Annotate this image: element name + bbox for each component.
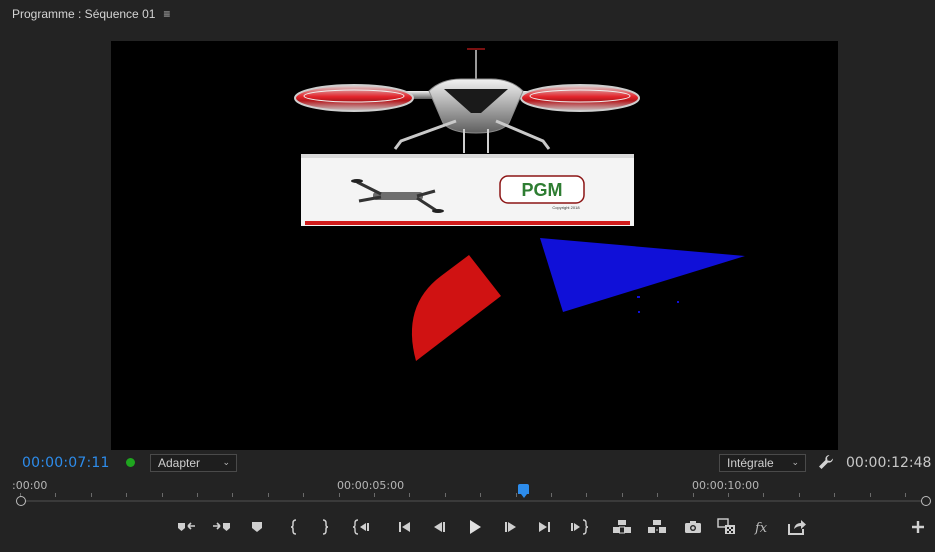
- ruler-label-5s: 00:00:05:00: [337, 479, 405, 492]
- lift-button[interactable]: [612, 517, 632, 537]
- playback-resolution-label: Intégrale: [727, 456, 774, 470]
- program-monitor-viewer[interactable]: PGM Copyright 2018: [111, 41, 838, 450]
- scrollbar-handle-left[interactable]: [16, 496, 26, 506]
- banner-graphic: PGM Copyright 2018: [301, 154, 634, 226]
- mark-out-point-button[interactable]: [315, 517, 335, 537]
- panel-header: Programme : Séquence 01 ≡: [0, 0, 935, 28]
- go-to-out-point-button[interactable]: [569, 517, 589, 537]
- comparison-view-icon: [717, 518, 735, 534]
- ruler-label-start: :00:00: [12, 479, 48, 492]
- step-forward-frame-button[interactable]: [500, 517, 520, 537]
- go-to-out-button[interactable]: [535, 517, 555, 537]
- blue-shape: [540, 238, 745, 312]
- panel-title[interactable]: Programme : Séquence 01: [12, 7, 155, 21]
- transport-controls: fx: [0, 514, 935, 540]
- step-forward-frame-icon: [505, 522, 516, 532]
- add-button[interactable]: [910, 519, 926, 535]
- zoom-dropdown-label: Adapter: [158, 456, 201, 470]
- mark-in-point-button[interactable]: [284, 517, 304, 537]
- export-frame-button[interactable]: [683, 517, 703, 537]
- status-indicator-icon: [126, 458, 135, 467]
- play-icon: [470, 520, 481, 534]
- step-back-frame-button[interactable]: [430, 517, 450, 537]
- play-button[interactable]: [465, 517, 485, 537]
- wrench-settings-icon[interactable]: [817, 453, 835, 471]
- mark-out-icon: [213, 522, 230, 531]
- step-back-icon: [399, 522, 410, 532]
- red-shape: [411, 255, 501, 361]
- svg-text:fx: fx: [754, 521, 768, 535]
- extract-icon: [648, 520, 666, 533]
- add-marker-button[interactable]: [247, 517, 267, 537]
- step-back-button[interactable]: [395, 517, 415, 537]
- extract-button[interactable]: [647, 517, 667, 537]
- step-forward-icon: [539, 522, 550, 532]
- panel-menu-icon[interactable]: ≡: [163, 7, 170, 21]
- lift-icon: [613, 520, 631, 534]
- fx-button[interactable]: fx: [752, 517, 772, 537]
- current-timecode[interactable]: 00:00:07:11: [22, 455, 110, 471]
- duration-timecode: 00:00:12:48: [846, 455, 932, 471]
- zoom-dropdown[interactable]: Adapter ⌄: [150, 454, 237, 472]
- copyright-text: Copyright 2018: [552, 205, 580, 210]
- go-to-out-icon: [571, 519, 589, 535]
- mark-out-button[interactable]: [212, 517, 232, 537]
- step-back-frame-icon: [434, 522, 445, 532]
- export-icon: [788, 520, 806, 535]
- fx-icon: fx: [754, 521, 768, 535]
- chevron-down-icon: ⌄: [791, 457, 799, 467]
- comparison-view-button[interactable]: [717, 517, 737, 537]
- scrollbar-track: [22, 500, 925, 502]
- mark-in-button[interactable]: [177, 517, 197, 537]
- video-frame: PGM Copyright 2018: [294, 48, 745, 361]
- drone-graphic: [294, 48, 640, 153]
- export-frame-icon: [685, 521, 701, 533]
- add-marker-icon: [252, 522, 262, 532]
- clear-out-icon: [322, 519, 329, 535]
- clear-in-icon: [290, 519, 297, 535]
- controls-row: 00:00:07:11 Adapter ⌄ Intégrale ⌄ 00:00:…: [0, 451, 935, 475]
- zoom-scrollbar[interactable]: [16, 496, 931, 506]
- logo-text: PGM: [521, 180, 562, 200]
- go-to-in-icon: [352, 519, 369, 535]
- scrollbar-handle-right[interactable]: [921, 496, 931, 506]
- mark-in-icon: [178, 522, 195, 531]
- go-to-in-button[interactable]: [352, 517, 372, 537]
- playback-resolution-dropdown[interactable]: Intégrale ⌄: [719, 454, 806, 472]
- chevron-down-icon: ⌄: [222, 457, 230, 467]
- playhead-handle[interactable]: [518, 484, 529, 498]
- add-button-icon: [912, 521, 924, 533]
- ruler-label-10s: 00:00:10:00: [692, 479, 760, 492]
- export-button[interactable]: [787, 517, 807, 537]
